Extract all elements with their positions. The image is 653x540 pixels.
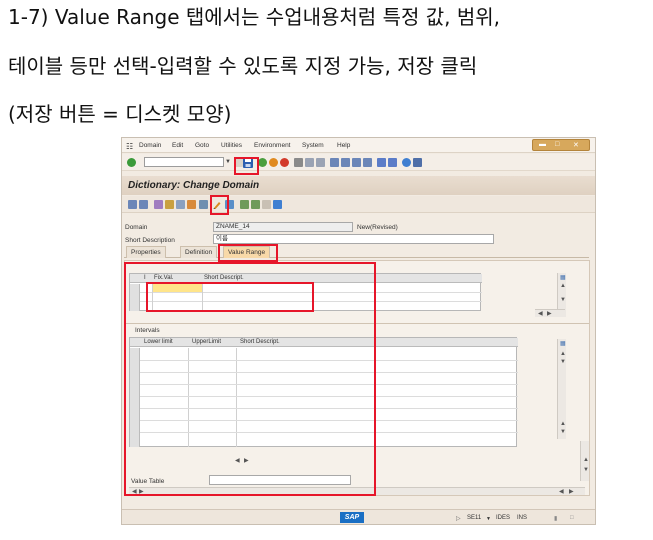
caption-line-2: 테이블 등만 선택-입력할 수 있도록 지정 가능, 저장 클릭 — [8, 54, 478, 78]
intervals-vertical-scrollbar[interactable]: ▦ ▲ ▼ ▲ ▼ — [557, 339, 566, 439]
column-settings-icon[interactable]: ▦ — [560, 340, 566, 347]
append-icon[interactable] — [262, 200, 271, 209]
hierarchy-icon[interactable] — [240, 200, 249, 209]
scroll-down-icon[interactable]: ▼ — [560, 359, 566, 365]
panel-vertical-scrollbar[interactable]: ▲ ▼ — [580, 441, 589, 481]
page-title: Dictionary: Change Domain — [128, 180, 260, 191]
caption-line-1: 1-7) Value Range 탭에서는 수업내용처럼 특정 값, 범위, — [8, 5, 500, 29]
short-description-field[interactable]: 이름 — [213, 234, 494, 244]
back-arrow-icon[interactable] — [128, 200, 137, 209]
scroll-down-icon[interactable]: ▼ — [560, 297, 566, 303]
menu-help[interactable]: Help — [337, 142, 350, 149]
screen-title-bar: Dictionary: Change Domain — [122, 176, 595, 195]
status-lock-icon: ▮ — [554, 516, 558, 522]
minimize-icon[interactable]: ▬ — [539, 141, 546, 148]
edit-button-highlight — [210, 195, 229, 215]
menu-system[interactable]: System — [302, 142, 324, 149]
menu-domain[interactable]: Domain — [139, 142, 161, 149]
save-button-highlight — [234, 157, 259, 175]
first-page-icon[interactable] — [330, 158, 339, 167]
display-change-icon[interactable] — [165, 200, 174, 209]
caption-line-3: (저장 버튼 = 디스켓 모양) — [8, 102, 232, 126]
application-toolbar — [122, 196, 595, 213]
scroll-up-icon[interactable]: ▲ — [583, 457, 589, 463]
system-id: IDES — [496, 515, 511, 521]
exit-icon[interactable] — [269, 158, 278, 167]
domain-field: ZNAME_14 — [213, 222, 353, 232]
scroll-down-icon[interactable]: ▼ — [583, 467, 589, 473]
check-icon[interactable] — [176, 200, 185, 209]
find-icon[interactable] — [305, 158, 314, 167]
status-bar: SAP ▷ SE11 ▼ IDES INS ▮ □ — [122, 509, 595, 524]
tab-definition[interactable]: Definition — [180, 246, 218, 258]
window-controls: ▬ □ ✕ — [532, 139, 590, 151]
command-field[interactable] — [144, 157, 224, 167]
help-icon[interactable] — [402, 158, 411, 167]
scroll-down-icon[interactable]: ▼ — [560, 429, 566, 435]
sap-gui-window: ☷ Domain Edit Goto Utilities Environment… — [121, 137, 596, 525]
close-icon[interactable]: ✕ — [573, 141, 579, 149]
where-used-icon[interactable] — [199, 200, 208, 209]
sap-logo: SAP — [340, 512, 364, 523]
menu-icon[interactable]: ☷ — [126, 142, 133, 151]
print-icon[interactable] — [294, 158, 303, 167]
menu-bar: ☷ Domain Edit Goto Utilities Environment… — [122, 138, 595, 153]
status-layout-icon: □ — [570, 515, 574, 521]
previous-page-icon[interactable] — [341, 158, 350, 167]
find-next-icon[interactable] — [316, 158, 325, 167]
transaction-code: SE11 — [467, 515, 482, 521]
short-description-label: Short Description — [125, 237, 175, 244]
domain-status: New(Revised) — [357, 224, 398, 231]
menu-utilities[interactable]: Utilities — [221, 142, 242, 149]
status-expand-icon[interactable]: ▷ — [456, 515, 461, 522]
info-icon[interactable] — [273, 200, 282, 209]
scroll-up-icon[interactable]: ▲ — [560, 421, 566, 427]
tab-properties[interactable]: Properties — [126, 246, 166, 258]
menu-goto[interactable]: Goto — [195, 142, 209, 149]
chevron-down-icon[interactable]: ▼ — [486, 516, 491, 522]
scroll-left-icon[interactable]: ◀ — [538, 310, 543, 317]
enter-icon[interactable] — [127, 158, 136, 167]
maximize-icon[interactable]: □ — [555, 141, 559, 148]
forward-arrow-icon[interactable] — [139, 200, 148, 209]
chevron-down-icon[interactable]: ▼ — [225, 159, 231, 165]
activate-icon[interactable] — [187, 200, 196, 209]
new-session-icon[interactable] — [377, 158, 386, 167]
cancel-icon[interactable] — [280, 158, 289, 167]
value-range-tab-highlight — [218, 244, 278, 262]
scroll-right-icon[interactable]: ▶ — [547, 310, 552, 317]
scroll-right-icon[interactable]: ▶ — [569, 488, 574, 495]
column-settings-icon[interactable]: ▦ — [560, 274, 566, 281]
next-page-icon[interactable] — [352, 158, 361, 167]
shortcut-icon[interactable] — [388, 158, 397, 167]
layout-menu-icon[interactable] — [413, 158, 422, 167]
input-mode: INS — [517, 515, 528, 521]
last-page-icon[interactable] — [363, 158, 372, 167]
system-toolbar: ▼ — [122, 154, 595, 171]
menu-environment[interactable]: Environment — [254, 142, 291, 149]
domain-label: Domain — [125, 224, 148, 231]
scroll-up-icon[interactable]: ▲ — [560, 351, 566, 357]
other-object-icon[interactable] — [154, 200, 163, 209]
tab-strip: Properties Definition Value Range — [124, 245, 589, 258]
fixed-values-horizontal-scrollbar[interactable]: ◀ ▶ — [535, 309, 565, 317]
scroll-left-icon[interactable]: ◀ — [559, 488, 564, 495]
scroll-up-icon[interactable]: ▲ — [560, 283, 566, 289]
fixed-value-row-highlight — [146, 282, 314, 312]
menu-edit[interactable]: Edit — [172, 142, 183, 149]
documentation-icon[interactable] — [251, 200, 260, 209]
back-icon[interactable] — [258, 158, 267, 167]
